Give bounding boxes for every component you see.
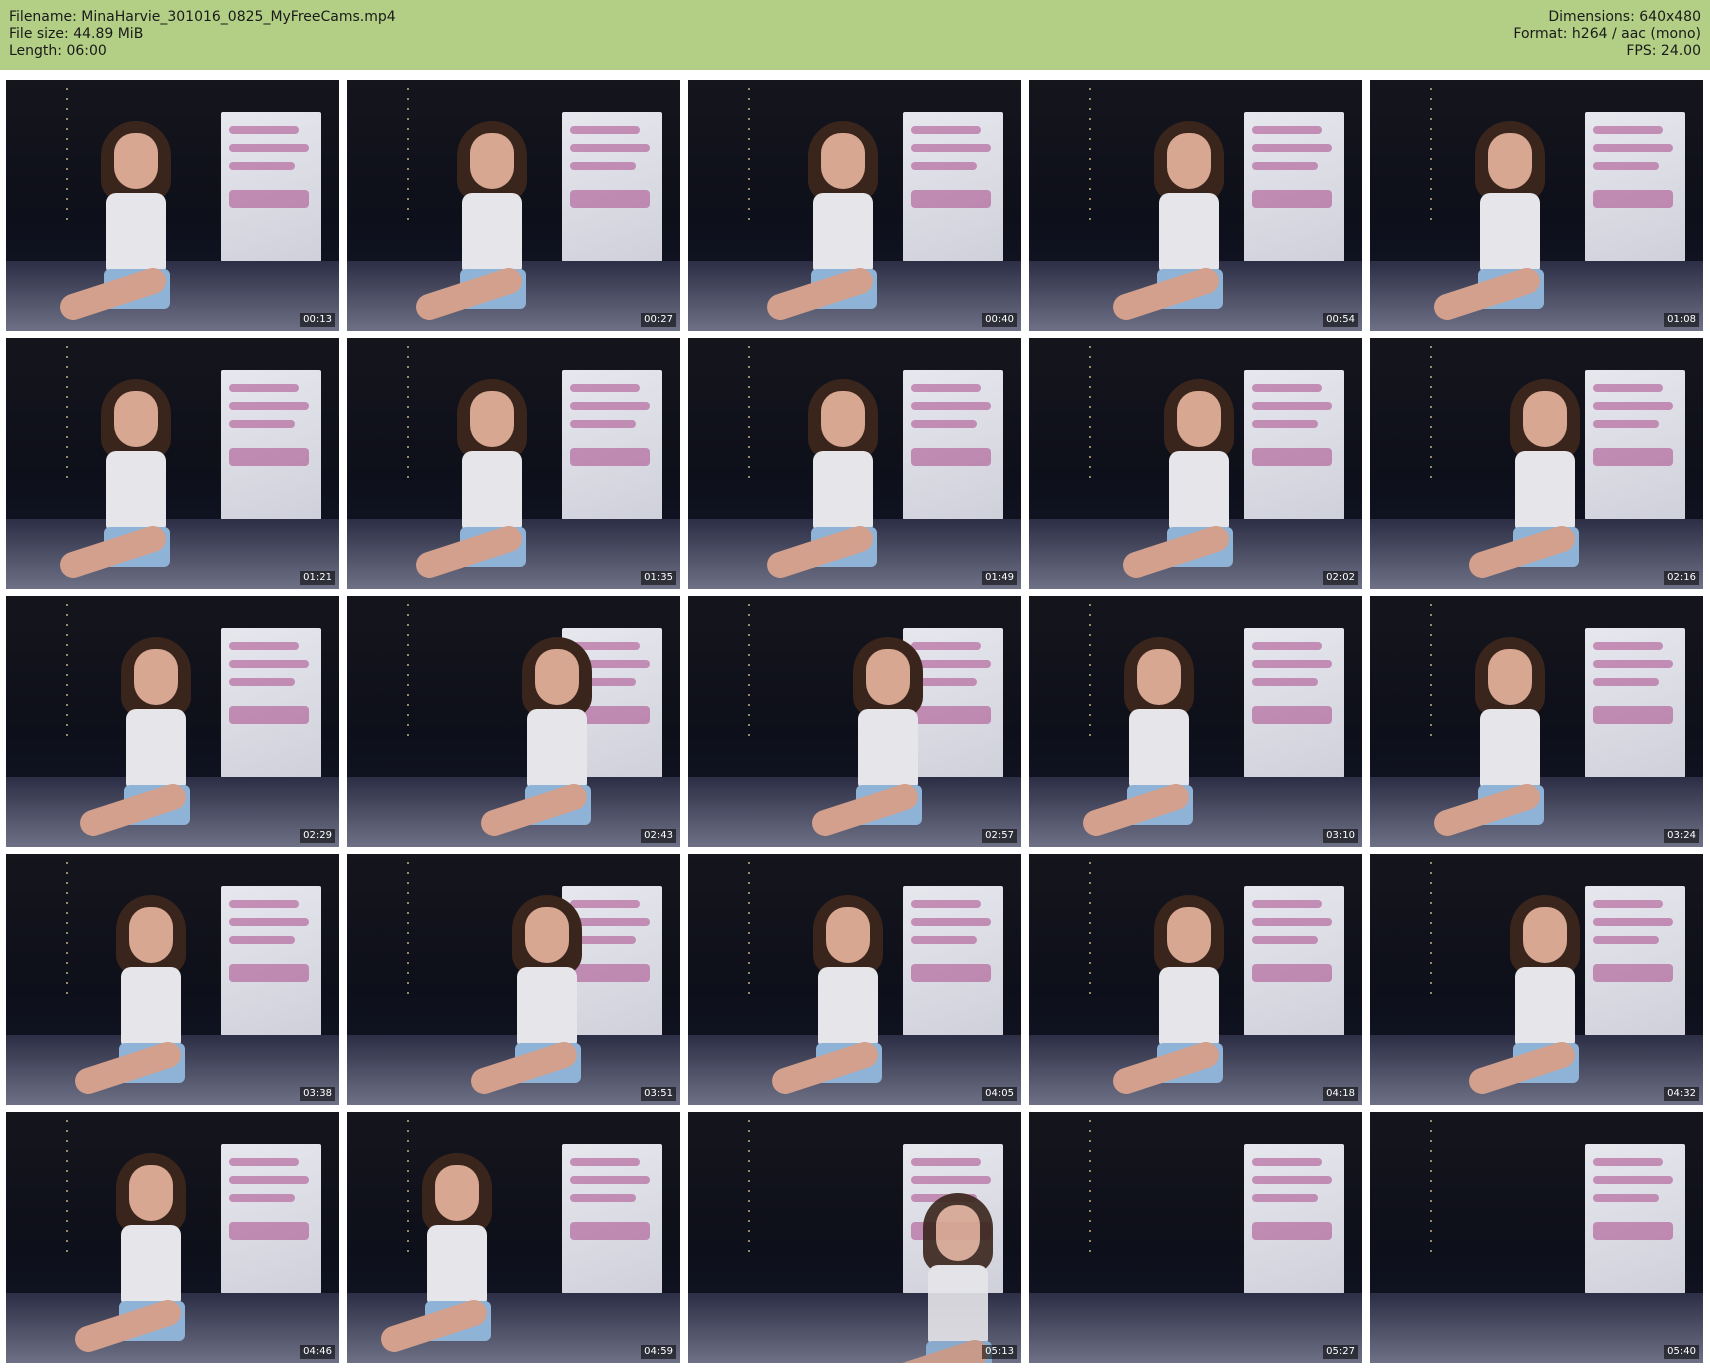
video-thumbnail: 05:27 [1029, 1112, 1362, 1363]
thumbnail-image [1370, 338, 1703, 589]
video-thumbnail: 03:24 [1370, 596, 1703, 847]
thumbnail-grid: 00:13 00:27 00:40 00:54 01:08 01:21 01:35 01:49… [0, 0, 1710, 1370]
thumbnail-image [6, 338, 339, 589]
video-thumbnail: 02:16 [1370, 338, 1703, 589]
thumbnail-image [6, 80, 339, 331]
thumbnail-timestamp: 01:49 [982, 571, 1017, 585]
video-thumbnail: 02:02 [1029, 338, 1362, 589]
video-thumbnail: 01:21 [6, 338, 339, 589]
thumbnail-image [347, 338, 680, 589]
thumbnail-image [6, 596, 339, 847]
thumbnail-timestamp: 00:54 [1323, 313, 1358, 327]
video-thumbnail: 04:18 [1029, 854, 1362, 1105]
thumbnail-timestamp: 04:32 [1664, 1087, 1699, 1101]
thumbnail-timestamp: 05:13 [982, 1345, 1017, 1359]
thumbnail-image [1029, 80, 1362, 331]
video-thumbnail: 02:43 [347, 596, 680, 847]
video-thumbnail: 04:05 [688, 854, 1021, 1105]
video-thumbnail: 02:57 [688, 596, 1021, 847]
thumbnail-timestamp: 05:40 [1664, 1345, 1699, 1359]
thumbnail-timestamp: 03:10 [1323, 829, 1358, 843]
thumbnail-timestamp: 03:51 [641, 1087, 676, 1101]
thumbnail-image [688, 80, 1021, 331]
thumbnail-timestamp: 02:02 [1323, 571, 1358, 585]
thumbnail-timestamp: 00:27 [641, 313, 676, 327]
thumbnail-timestamp: 02:43 [641, 829, 676, 843]
video-thumbnail: 00:54 [1029, 80, 1362, 331]
thumbnail-image [1029, 596, 1362, 847]
thumbnail-image [688, 854, 1021, 1105]
thumbnail-timestamp: 03:38 [300, 1087, 335, 1101]
video-thumbnail: 05:40 [1370, 1112, 1703, 1363]
thumbnail-image [1029, 338, 1362, 589]
video-thumbnail: 03:10 [1029, 596, 1362, 847]
video-thumbnail: 02:29 [6, 596, 339, 847]
video-thumbnail: 03:38 [6, 854, 339, 1105]
video-thumbnail: 03:51 [347, 854, 680, 1105]
thumbnail-timestamp: 01:21 [300, 571, 335, 585]
thumbnail-image [1370, 80, 1703, 331]
thumbnail-timestamp: 04:46 [300, 1345, 335, 1359]
thumbnail-image [688, 338, 1021, 589]
thumbnail-timestamp: 04:18 [1323, 1087, 1358, 1101]
video-thumbnail: 04:59 [347, 1112, 680, 1363]
thumbnail-timestamp: 02:16 [1664, 571, 1699, 585]
thumbnail-timestamp: 02:29 [300, 829, 335, 843]
thumbnail-image [347, 80, 680, 331]
thumbnail-image [1370, 854, 1703, 1105]
thumbnail-timestamp: 01:08 [1664, 313, 1699, 327]
video-thumbnail: 01:08 [1370, 80, 1703, 331]
video-thumbnail: 01:49 [688, 338, 1021, 589]
thumbnail-image [1370, 1112, 1703, 1363]
thumbnail-image [6, 1112, 339, 1363]
thumbnail-image [347, 1112, 680, 1363]
video-thumbnail: 01:35 [347, 338, 680, 589]
video-thumbnail: 04:46 [6, 1112, 339, 1363]
video-thumbnail: 00:13 [6, 80, 339, 331]
thumbnail-timestamp: 03:24 [1664, 829, 1699, 843]
thumbnail-image [1029, 1112, 1362, 1363]
thumbnail-image [1029, 854, 1362, 1105]
thumbnail-image [688, 1112, 1021, 1363]
thumbnail-timestamp: 02:57 [982, 829, 1017, 843]
thumbnail-image [347, 854, 680, 1105]
video-thumbnail: 00:40 [688, 80, 1021, 331]
thumbnail-image [347, 596, 680, 847]
thumbnail-timestamp: 04:05 [982, 1087, 1017, 1101]
thumbnail-timestamp: 05:27 [1323, 1345, 1358, 1359]
video-thumbnail: 00:27 [347, 80, 680, 331]
video-thumbnail: 04:32 [1370, 854, 1703, 1105]
thumbnail-image [6, 854, 339, 1105]
thumbnail-timestamp: 04:59 [641, 1345, 676, 1359]
thumbnail-timestamp: 01:35 [641, 571, 676, 585]
thumbnail-timestamp: 00:40 [982, 313, 1017, 327]
thumbnail-image [1370, 596, 1703, 847]
video-thumbnail: 05:13 [688, 1112, 1021, 1363]
thumbnail-timestamp: 00:13 [300, 313, 335, 327]
thumbnail-image [688, 596, 1021, 847]
